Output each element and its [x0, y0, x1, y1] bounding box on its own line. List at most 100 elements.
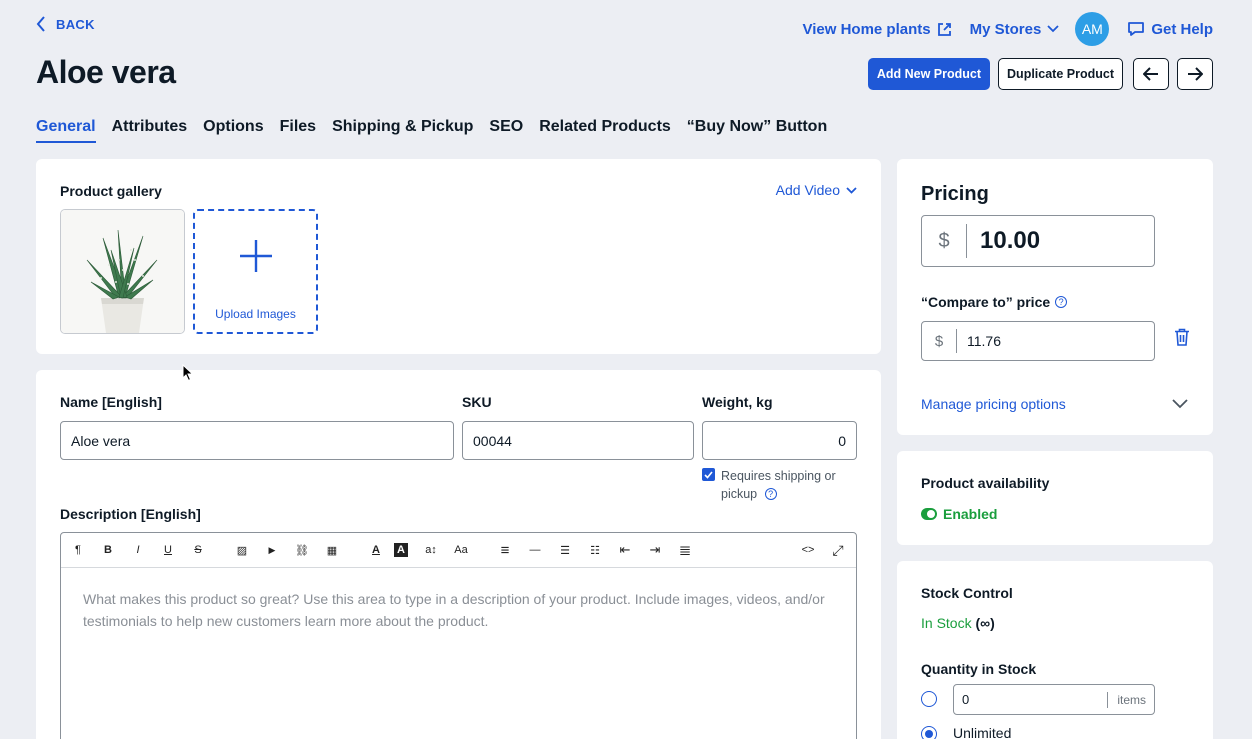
requires-shipping-checkbox[interactable] [702, 468, 715, 481]
compare-price-label: “Compare to” price [921, 294, 1051, 310]
stock-status-suffix: (∞) [975, 615, 995, 631]
horizontal-line-icon[interactable]: — [523, 538, 547, 562]
upload-images-dropzone[interactable]: Upload Images [193, 209, 318, 334]
tab-shipping-pickup[interactable]: Shipping & Pickup [332, 118, 473, 143]
image-icon[interactable]: ▨ [230, 538, 254, 562]
link-icon[interactable]: ⛓ [290, 538, 314, 562]
duplicate-product-button[interactable]: Duplicate Product [998, 58, 1123, 90]
code-view-icon[interactable]: <> [796, 538, 820, 562]
top-navigation: View Home plants My Stores AM Get Help [803, 12, 1213, 46]
header-actions: Add New Product Duplicate Product [867, 58, 1213, 90]
description-placeholder: What makes this product so great? Use th… [83, 591, 825, 629]
align-icon[interactable]: ≡ [493, 538, 517, 562]
get-help-label: Get Help [1151, 20, 1213, 38]
tab-files[interactable]: Files [280, 118, 316, 143]
sku-input[interactable]: 00044 [462, 421, 694, 460]
checkmark-icon [704, 470, 713, 479]
weight-label: Weight, kg [702, 394, 773, 410]
background-color-icon[interactable]: A [394, 543, 408, 557]
numbered-list-icon[interactable]: ☷ [583, 538, 607, 562]
paragraph-icon[interactable]: ¶ [66, 538, 90, 562]
compare-price-input[interactable]: $ 11.76 [921, 321, 1155, 361]
help-circle-icon[interactable]: ? [764, 488, 777, 500]
availability-status: Enabled [943, 506, 998, 522]
price-input[interactable]: $ 10.00 [921, 215, 1155, 267]
name-input-value: Aloe vera [71, 432, 131, 449]
text-color-icon[interactable]: A [364, 538, 388, 562]
help-circle-icon[interactable]: ? [1055, 296, 1068, 308]
quantity-radio[interactable] [921, 691, 937, 707]
name-label: Name [English] [60, 394, 162, 410]
previous-product-button[interactable] [1133, 58, 1169, 90]
back-link[interactable]: BACK [36, 16, 95, 32]
get-help-link[interactable]: Get Help [1127, 21, 1213, 38]
upload-images-label: Upload Images [215, 307, 296, 321]
price-currency: $ [938, 229, 950, 252]
price-value: 10.00 [980, 227, 1041, 254]
plus-icon [240, 240, 272, 272]
tab-general[interactable]: General [36, 118, 96, 143]
manage-pricing-options-link[interactable]: Manage pricing options [921, 396, 1066, 412]
unlimited-radio[interactable] [921, 726, 937, 739]
page-title: Aloe vera [36, 54, 176, 90]
requires-shipping-label: Requires shipping or pickup [721, 469, 836, 501]
chevron-left-icon [36, 16, 45, 32]
chevron-down-icon [846, 186, 857, 194]
indent-icon[interactable]: ⇥ [643, 538, 667, 562]
trash-icon[interactable] [1174, 328, 1190, 346]
paragraph-format-icon[interactable]: ≣ [673, 538, 697, 562]
name-input[interactable]: Aloe vera [60, 421, 454, 460]
chevron-down-icon [1047, 25, 1059, 33]
product-gallery-card: Product gallery Add Video Upload Images [36, 159, 881, 354]
sku-input-value: 00044 [473, 432, 512, 449]
product-tabs: General Attributes Options Files Shippin… [36, 118, 827, 143]
aloe-vera-image [61, 210, 184, 333]
view-store-link[interactable]: View Home plants [803, 21, 952, 38]
tab-related-products[interactable]: Related Products [539, 118, 671, 143]
product-gallery-title: Product gallery [60, 183, 162, 199]
video-icon[interactable]: ▶ [260, 538, 284, 562]
font-family-icon[interactable]: Aa [449, 538, 473, 562]
fullscreen-icon[interactable]: ⤢ [826, 538, 850, 562]
product-image-thumbnail[interactable] [60, 209, 185, 334]
weight-input[interactable]: 0 [702, 421, 857, 460]
chevron-down-icon[interactable] [1172, 399, 1188, 409]
quantity-in-stock-label: Quantity in Stock [921, 661, 1037, 677]
font-size-icon[interactable]: a↕ [419, 538, 443, 562]
chat-bubble-icon [1128, 22, 1145, 36]
tab-seo[interactable]: SEO [489, 118, 523, 143]
view-store-label: View Home plants [802, 20, 931, 38]
my-stores-dropdown[interactable]: My Stores [970, 21, 1060, 38]
next-product-button[interactable] [1177, 58, 1213, 90]
add-video-dropdown[interactable]: Add Video [776, 182, 857, 198]
tab-buy-now-button[interactable]: “Buy Now” Button [687, 118, 827, 143]
quantity-input[interactable]: 0 items [953, 684, 1155, 715]
bold-icon[interactable]: B [96, 538, 120, 562]
avatar[interactable]: AM [1075, 12, 1110, 46]
stock-control-title: Stock Control [921, 585, 1013, 601]
strikethrough-icon[interactable]: S [186, 538, 210, 562]
unlimited-label: Unlimited [953, 725, 1012, 739]
my-stores-label: My Stores [969, 20, 1042, 38]
weight-input-value: 0 [838, 432, 846, 449]
quantity-value: 0 [962, 692, 970, 707]
tab-attributes[interactable]: Attributes [112, 118, 188, 143]
add-new-product-button[interactable]: Add New Product [867, 58, 991, 90]
tab-options[interactable]: Options [203, 118, 263, 143]
availability-toggle[interactable]: Enabled [921, 506, 997, 522]
arrow-left-icon [1143, 67, 1158, 81]
stock-status: In Stock (∞) [921, 615, 995, 631]
mouse-cursor-icon [182, 364, 194, 382]
toggle-knob [927, 510, 935, 518]
compare-price-label-row: “Compare to” price ? [921, 294, 1068, 310]
table-icon[interactable]: ▦ [320, 538, 344, 562]
outdent-icon[interactable]: ⇤ [613, 538, 637, 562]
compare-price-currency: $ [934, 332, 944, 350]
description-editor[interactable]: ¶ B I U S ▨ ▶ ⛓ ▦ A A a↕ Aa ≡ — ☰ ☷ ⇤ ⇥ … [60, 532, 857, 739]
italic-icon[interactable]: I [126, 538, 150, 562]
compare-price-divider [956, 329, 957, 353]
sku-label: SKU [462, 394, 492, 410]
underline-icon[interactable]: U [156, 538, 180, 562]
bullet-list-icon[interactable]: ☰ [553, 538, 577, 562]
external-link-icon [937, 22, 951, 36]
